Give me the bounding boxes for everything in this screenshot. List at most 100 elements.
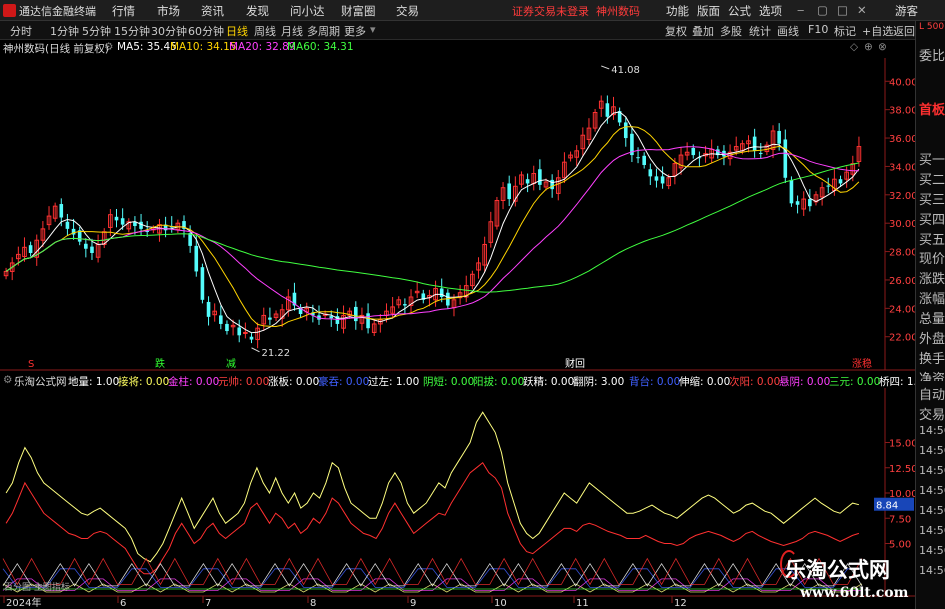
candle-body-128 <box>789 179 794 204</box>
quote-label-11: 总量 <box>919 312 945 327</box>
indicator-field-0: 地量: 1.00 <box>68 376 120 388</box>
quote-panel: L 500 委比 首板 买一 买二 买三 买四 买五 现价 涨跌 涨幅 总量 外盘 换手 净资 <box>915 21 945 387</box>
ma20-label: MA20: 32.89 <box>229 41 296 53</box>
indicator-field-1: 接将: 0.00 <box>118 376 170 388</box>
trade-label-6: 14:56 <box>919 504 945 517</box>
high-pointer <box>601 65 610 70</box>
x-tick-label-2: 7 <box>205 598 211 609</box>
signal-step-line-4 <box>2 562 863 587</box>
ind-tick-label-0: 15.00 <box>889 439 918 450</box>
candle-body-10 <box>65 221 70 229</box>
x-tick-label-1: 6 <box>120 598 126 609</box>
price-tick-label-3: 34.00 <box>889 162 918 173</box>
quote-label-10: 涨幅 <box>919 292 945 307</box>
candle-body-33 <box>206 301 211 317</box>
candle-body-126 <box>777 130 781 144</box>
zoom-icon[interactable]: ⊕ <box>864 41 873 53</box>
indicator-field-4: 涨板: 0.00 <box>268 376 320 388</box>
stock-label: 神州数码(日线 前复权) <box>3 43 110 55</box>
quote-label-3: 买一 <box>919 153 945 168</box>
price-tick-label-6: 28.00 <box>889 248 918 259</box>
quote-label-6: 买四 <box>919 213 945 228</box>
candle-body-13 <box>84 243 88 249</box>
candle-body-89 <box>550 179 554 190</box>
low-label: 21.22 <box>261 348 290 359</box>
candle-body-101 <box>623 122 628 139</box>
x-tick-label-3: 8 <box>310 598 316 609</box>
x-tick-label-4: 9 <box>410 598 416 609</box>
candle-body-104 <box>642 155 646 166</box>
indicator-field-5: 豪吞: 0.00 <box>318 376 370 388</box>
price-tick-label-9: 22.00 <box>889 333 918 344</box>
candle-body-9 <box>59 204 64 218</box>
quote-label-2: 首板 <box>919 103 945 118</box>
x-tick-label-5: 10 <box>494 598 507 609</box>
quote-label-7: 买五 <box>919 233 945 248</box>
candle-body-82 <box>507 183 511 200</box>
candle-body-22 <box>139 221 143 229</box>
candle-body-134 <box>826 185 831 187</box>
indicator-field-6: 过左: 1.00 <box>368 376 420 388</box>
candle-body-39 <box>243 331 248 334</box>
signal-marker-2: 减 <box>226 358 236 370</box>
indicator-field-11: 背台: 0.00 <box>629 376 681 388</box>
indicator-field-15: 三元: 0.00 <box>829 376 881 388</box>
watermark-url: www.60lt.com <box>800 585 909 601</box>
candle-body-31 <box>194 245 199 272</box>
indicator-gear-icon[interactable]: ⚙ <box>3 374 12 386</box>
current-value-label: 8.84 <box>876 501 898 512</box>
candle-body-18 <box>114 216 119 221</box>
candle-body-57 <box>354 306 358 322</box>
quote-label-8: 现价 <box>919 252 945 267</box>
candle-body-59 <box>366 313 370 329</box>
candle-body-136 <box>838 179 843 184</box>
ma20-line <box>5 146 859 321</box>
close-pane-icon[interactable]: ⊗ <box>878 41 887 53</box>
indicator-name[interactable]: 乐淘公式网 <box>14 374 67 389</box>
candle-body-14 <box>90 246 94 253</box>
trade-label-0: 自动 <box>919 388 945 403</box>
low-pointer <box>251 347 260 353</box>
settings-gear-icon[interactable]: ⚙ <box>104 41 113 53</box>
candle-body-85 <box>525 179 530 184</box>
indicator-field-14: 悬阴: 0.00 <box>779 376 831 388</box>
ma5-label: MA5: 35.45 <box>117 41 177 53</box>
candle-body-105 <box>648 169 653 177</box>
watermark-name: 乐淘公式网 <box>785 558 890 582</box>
price-tick-label-4: 32.00 <box>889 191 918 202</box>
indicator-field-8: 阳拔: 0.00 <box>473 376 525 388</box>
indicator-field-9: 跃精: 0.00 <box>523 376 575 388</box>
candle-body-112 <box>691 147 696 156</box>
trade-label-7: 14:56 <box>919 524 945 537</box>
candle-body-87 <box>538 169 542 185</box>
ind-tick-label-3: 7.50 <box>889 514 911 525</box>
price-tick-label-5: 30.00 <box>889 219 918 230</box>
quote-label-4: 买二 <box>919 173 945 188</box>
diamond-icon[interactable]: ◇ <box>850 41 858 53</box>
quote-label-5: 买三 <box>919 193 945 208</box>
signal-marker-4: 涨稳 <box>852 357 872 370</box>
candle-body-131 <box>808 199 812 207</box>
trade-label-3: 14:56 <box>919 444 945 457</box>
signal-step-line-5 <box>2 557 863 586</box>
ma10-label: MA10: 34.15 <box>170 41 237 53</box>
candle-body-65 <box>403 304 407 306</box>
candle-body-36 <box>225 323 229 332</box>
indicator-field-12: 伸缩: 0.00 <box>679 376 731 388</box>
x-tick-label-0: 2024年 <box>6 596 41 609</box>
candle-body-40 <box>249 336 254 340</box>
candlestick-chart[interactable]: 40.00 38.00 36.00 34.00 32.00 30.00 28.00 26.00… <box>0 0 945 609</box>
indicator-field-7: 阴短: 0.00 <box>423 376 475 388</box>
candle-body-129 <box>795 201 800 205</box>
ind-tick-label-1: 12.50 <box>889 464 918 475</box>
candle-body-4 <box>28 245 33 253</box>
candle-body-123 <box>758 152 763 154</box>
price-tick-label-8: 24.00 <box>889 304 918 315</box>
indicator-field-13: 次阳: 0.00 <box>729 376 781 388</box>
candle-body-19 <box>120 218 125 225</box>
ma60-line <box>5 162 860 293</box>
signal-marker-0: S <box>28 359 34 370</box>
price-tick-label-2: 36.00 <box>889 134 918 145</box>
candle-body-127 <box>783 139 788 178</box>
signal-marker-1: 跌 <box>155 357 165 370</box>
